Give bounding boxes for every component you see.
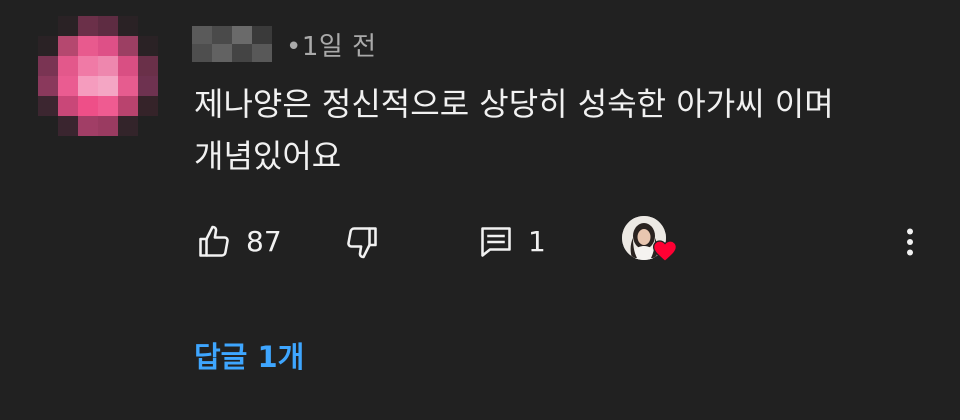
comment-text-line: 개념있어요 xyxy=(194,137,342,175)
avatar-pixel xyxy=(98,76,118,96)
avatar-pixel xyxy=(58,16,78,36)
avatar-pixel xyxy=(118,36,138,56)
avatar-pixel xyxy=(98,96,118,116)
avatar-pixel xyxy=(98,36,118,56)
avatar-pixel xyxy=(98,16,118,36)
avatar-pixel xyxy=(38,96,58,116)
avatar-pixel xyxy=(98,56,118,76)
like-count: 87 xyxy=(246,225,282,258)
avatar-pixel xyxy=(38,56,58,76)
author-blur-pixel xyxy=(192,26,212,44)
comment-header: •1일 전 xyxy=(192,26,377,62)
author-blur-pixel xyxy=(232,26,252,44)
avatar-pixel xyxy=(138,96,158,116)
avatar-pixel xyxy=(138,16,158,36)
creator-heart-icon xyxy=(652,240,678,263)
author-blur-pixel xyxy=(212,26,232,44)
avatar-pixel xyxy=(78,96,98,116)
avatar-pixel xyxy=(118,56,138,76)
more-vert-icon xyxy=(907,228,913,256)
view-replies-link[interactable]: 답글 1개 xyxy=(194,334,304,376)
author-blur-pixel xyxy=(212,44,232,62)
time-ago: 1일 전 xyxy=(301,31,377,62)
avatar-pixel xyxy=(138,116,158,136)
author-name-redacted[interactable] xyxy=(192,26,272,62)
more-options-button[interactable] xyxy=(890,222,930,262)
comment-body: 제나양은 정신적으로 상당히 성숙한 아가씨 이며 개념있어요 xyxy=(194,78,914,182)
avatar-pixel xyxy=(78,36,98,56)
author-blur-pixel xyxy=(252,44,272,62)
comment-timestamp[interactable]: •1일 전 xyxy=(286,26,377,63)
avatar-pixel xyxy=(58,56,78,76)
avatar-pixel xyxy=(118,76,138,96)
avatar-pixel xyxy=(38,116,58,136)
avatar-pixel xyxy=(138,56,158,76)
avatar-pixel xyxy=(58,36,78,56)
avatar-pixel xyxy=(118,116,138,136)
avatar-pixel xyxy=(138,76,158,96)
author-blur-pixel xyxy=(252,26,272,44)
comment-actions: 87 1 xyxy=(0,212,960,268)
meta-separator: • xyxy=(286,31,302,62)
comment-text-line: 제나양은 정신적으로 상당히 성숙한 아가씨 이며 xyxy=(194,85,834,123)
commenter-avatar[interactable] xyxy=(38,16,158,136)
avatar-pixel xyxy=(98,116,118,136)
avatar-pixel xyxy=(58,96,78,116)
avatar-pixel xyxy=(58,116,78,136)
reply-comment-icon xyxy=(481,227,511,257)
thumbs-down-icon xyxy=(347,227,377,259)
avatar-pixel xyxy=(78,16,98,36)
reply-button[interactable] xyxy=(476,222,516,262)
avatar-pixel xyxy=(38,76,58,96)
avatar-pixel xyxy=(118,16,138,36)
comment-thread: •1일 전 제나양은 정신적으로 상당히 성숙한 아가씨 이며 개념있어요 87 xyxy=(0,0,960,420)
like-button[interactable] xyxy=(194,222,234,262)
author-blur-pixel xyxy=(192,44,212,62)
thumbs-up-icon xyxy=(199,225,229,257)
avatar-pixel xyxy=(138,36,158,56)
avatar-pixel xyxy=(58,76,78,96)
reply-count: 1 xyxy=(528,225,546,258)
author-blur-pixel xyxy=(232,44,252,62)
avatar-pixel xyxy=(38,36,58,56)
avatar-pixel xyxy=(78,76,98,96)
avatar-pixel xyxy=(78,116,98,136)
creator-heart[interactable] xyxy=(622,214,680,266)
dislike-button[interactable] xyxy=(342,222,382,262)
avatar-pixel xyxy=(118,96,138,116)
avatar-pixel xyxy=(78,56,98,76)
avatar-pixel xyxy=(38,16,58,36)
